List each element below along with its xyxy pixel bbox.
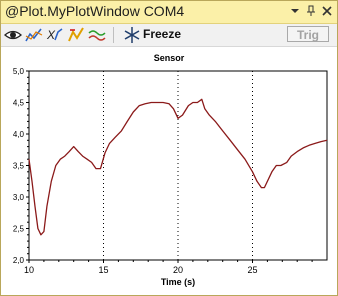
y-tick-label: 4,0 [13, 130, 25, 139]
plot-area: Sensor 10 15 20 25 2,0 2,5 3,0 3,5 4,0 4,5 5,0 Time… [1, 47, 337, 295]
x-axis-label: Time (s) [161, 277, 195, 287]
snowflake-icon [124, 27, 140, 43]
chart: 10 15 20 25 2,0 2,5 3,0 3,5 4,0 4,5 5,0 Time (s) [13, 67, 328, 287]
y-tick-label: 5,0 [13, 67, 25, 76]
wave-plot-icon[interactable] [88, 26, 106, 44]
title-bar[interactable]: @Plot.MyPlotWindow COM4 [1, 1, 337, 24]
plot-window: @Plot.MyPlotWindow COM4 X Freeze Trig Se… [0, 0, 338, 296]
y-tick-label: 2,5 [13, 225, 25, 234]
window-title: @Plot.MyPlotWindow COM4 [5, 3, 185, 19]
y-tick-label: 2,0 [13, 256, 25, 265]
pin-icon[interactable] [304, 4, 318, 18]
svg-text:X: X [46, 28, 56, 42]
y-tick-label: 3,5 [13, 162, 25, 171]
x-tick-label: 10 [24, 265, 34, 275]
freeze-label: Freeze [143, 27, 182, 41]
eye-icon[interactable] [4, 26, 22, 44]
toolbar-separator [113, 27, 114, 43]
trigger-plot-icon[interactable] [67, 26, 85, 44]
close-icon[interactable] [320, 4, 334, 18]
line-plot-icon[interactable] [25, 26, 43, 44]
y-tick-label: 3,0 [13, 193, 25, 202]
xy-plot-icon[interactable]: X [46, 26, 64, 44]
x-tick-label: 20 [173, 265, 183, 275]
chevron-down-icon[interactable] [288, 4, 302, 18]
x-tick-label: 25 [247, 265, 257, 275]
y-tick-label: 4,5 [13, 99, 25, 108]
x-tick-label: 15 [98, 265, 108, 275]
toolbar: X Freeze Trig [1, 24, 337, 47]
trig-button[interactable]: Trig [287, 26, 329, 42]
